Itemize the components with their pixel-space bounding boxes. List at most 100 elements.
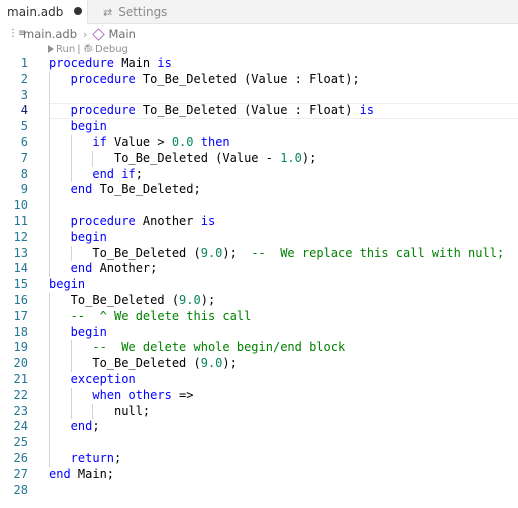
tab-label: Settings xyxy=(118,5,168,19)
line-number: 18 xyxy=(13,324,28,339)
breadcrumb: ⋮≡ main.adb › Main xyxy=(0,25,518,43)
code-line[interactable]: 12 begin xyxy=(0,229,518,246)
keyword-token: begin xyxy=(49,229,107,244)
text-token: To_Be_Deleted (Value : Float) xyxy=(135,103,360,118)
text-token: Main; xyxy=(70,466,115,481)
codelens-debug-label: Debug xyxy=(95,43,128,55)
code-line[interactable]: 10 xyxy=(0,198,518,214)
number-token: 0.0 xyxy=(171,134,194,149)
number-token: 9.0 xyxy=(200,245,223,260)
code-text: when others => xyxy=(49,387,193,404)
code-text: end To_Be_Deleted; xyxy=(49,182,201,198)
line-number: 22 xyxy=(13,387,28,402)
keyword-token: end xyxy=(49,466,71,481)
code-line[interactable]: 2 procedure To_Be_Deleted (Value : Float… xyxy=(0,71,518,88)
code-text: -- ^ We delete this call xyxy=(49,308,252,325)
code-line[interactable]: 16 To_Be_Deleted (9.0); xyxy=(0,292,518,309)
code-line[interactable]: 9 end To_Be_Deleted; xyxy=(0,182,518,199)
code-line[interactable]: 3 xyxy=(0,87,518,104)
code-line[interactable]: 5 begin xyxy=(0,119,518,135)
text-token: Value > xyxy=(106,134,172,149)
code-line[interactable]: 13 To_Be_Deleted (9.0); -- We replace th… xyxy=(0,245,518,262)
keyword-token: if xyxy=(49,134,107,149)
line-number: 2 xyxy=(20,71,28,86)
indent-guide xyxy=(49,435,50,451)
code-line[interactable]: 25 xyxy=(0,435,518,451)
code-text: end; xyxy=(49,419,100,435)
text-token: To_Be_Deleted (Value : Float); xyxy=(135,71,360,86)
code-line[interactable]: 27 end Main; xyxy=(0,467,518,483)
code-text: end Another; xyxy=(49,261,158,277)
keyword-token: procedure xyxy=(49,71,136,86)
codelens-run[interactable]: Run xyxy=(48,44,75,55)
text-token: To_Be_Deleted (Value - xyxy=(49,150,281,165)
indent-guide xyxy=(49,198,50,214)
text-token: To_Be_Deleted ( xyxy=(49,245,201,260)
indent-guide xyxy=(49,87,50,104)
code-text: null; xyxy=(49,404,150,420)
text-token: To_Be_Deleted; xyxy=(92,182,201,197)
keyword-token: then xyxy=(193,134,230,149)
line-number: 15 xyxy=(13,277,28,292)
code-line[interactable]: 24 end; xyxy=(0,419,518,436)
code-line[interactable]: 1 procedure Main is xyxy=(0,56,518,72)
line-number: 11 xyxy=(13,213,28,228)
breadcrumb-symbol[interactable]: Main xyxy=(108,27,135,41)
text-token: ); xyxy=(301,150,317,165)
comment-token: -- ^ We delete this call xyxy=(49,308,252,323)
code-editor[interactable]: 1 procedure Main is 2 procedure To_Be_Dele… xyxy=(0,56,518,498)
code-text: procedure To_Be_Deleted (Value : Float); xyxy=(49,72,360,88)
code-line[interactable]: 26 return; xyxy=(0,450,518,467)
keyword-token: end xyxy=(49,419,93,434)
keyword-token: end xyxy=(49,182,93,197)
codelens-debug[interactable]: 🐞︎ Debug xyxy=(83,44,128,55)
code-line[interactable]: 6 if Value > 0.0 then xyxy=(0,134,518,151)
line-number: 7 xyxy=(20,150,28,165)
text-token: Main xyxy=(114,56,158,70)
text-token: ; xyxy=(114,450,122,465)
text-token: Another; xyxy=(92,261,158,276)
code-line[interactable]: 23 null; xyxy=(0,403,518,420)
code-line[interactable]: 4 procedure To_Be_Deleted (Value : Float… xyxy=(0,103,518,120)
line-number: 9 xyxy=(20,182,28,197)
play-icon xyxy=(48,45,54,53)
code-text: begin xyxy=(49,230,107,246)
line-number: 27 xyxy=(13,466,28,481)
keyword-token: is xyxy=(200,213,216,228)
code-line[interactable]: 22 when others => xyxy=(0,387,518,404)
unsaved-dot-icon[interactable] xyxy=(74,7,82,15)
codelens: Run | 🐞︎ Debug xyxy=(48,42,128,56)
number-token: 9.0 xyxy=(200,356,223,371)
code-line[interactable]: 7 To_Be_Deleted (Value - 1.0); xyxy=(0,150,518,167)
code-text: To_Be_Deleted (Value - 1.0); xyxy=(49,151,316,167)
keyword-token: begin xyxy=(49,324,107,339)
code-text: return; xyxy=(49,450,122,467)
chevron-right-icon: › xyxy=(83,27,88,41)
code-line[interactable]: 17 -- ^ We delete this call xyxy=(0,308,518,325)
code-text: begin xyxy=(49,325,107,341)
code-line[interactable]: 28 xyxy=(0,483,518,499)
code-line[interactable]: 14 end Another; xyxy=(0,261,518,278)
code-line[interactable]: 21 exception xyxy=(0,371,518,388)
code-line[interactable]: 19 -- We delete whole begin/end block xyxy=(0,340,518,357)
code-line[interactable]: 8 end if; xyxy=(0,166,518,183)
text-token: ; xyxy=(135,166,143,181)
keyword-token: end xyxy=(49,261,93,276)
line-number: 13 xyxy=(13,245,28,260)
code-text: end if; xyxy=(49,167,143,183)
code-text: begin xyxy=(49,119,107,135)
keyword-token: procedure xyxy=(49,56,115,70)
keyword-token: when others xyxy=(49,387,172,402)
settings-sliders-icon: ⇄ xyxy=(103,5,113,19)
code-text: To_Be_Deleted (9.0); xyxy=(49,356,237,372)
code-line[interactable]: 20 To_Be_Deleted (9.0); xyxy=(0,356,518,372)
code-line[interactable]: 18 begin xyxy=(0,324,518,341)
tab-main-adb[interactable]: main.adb xyxy=(0,0,88,24)
code-line[interactable]: 15 begin xyxy=(0,277,518,293)
text-token: ); xyxy=(222,245,252,260)
breadcrumb-file[interactable]: main.adb xyxy=(23,27,77,41)
keyword-token: exception xyxy=(49,371,136,386)
tab-settings[interactable]: ⇄ Settings xyxy=(89,0,199,24)
code-line[interactable]: 11 procedure Another is xyxy=(0,213,518,230)
keyword-token: end if xyxy=(49,166,136,181)
